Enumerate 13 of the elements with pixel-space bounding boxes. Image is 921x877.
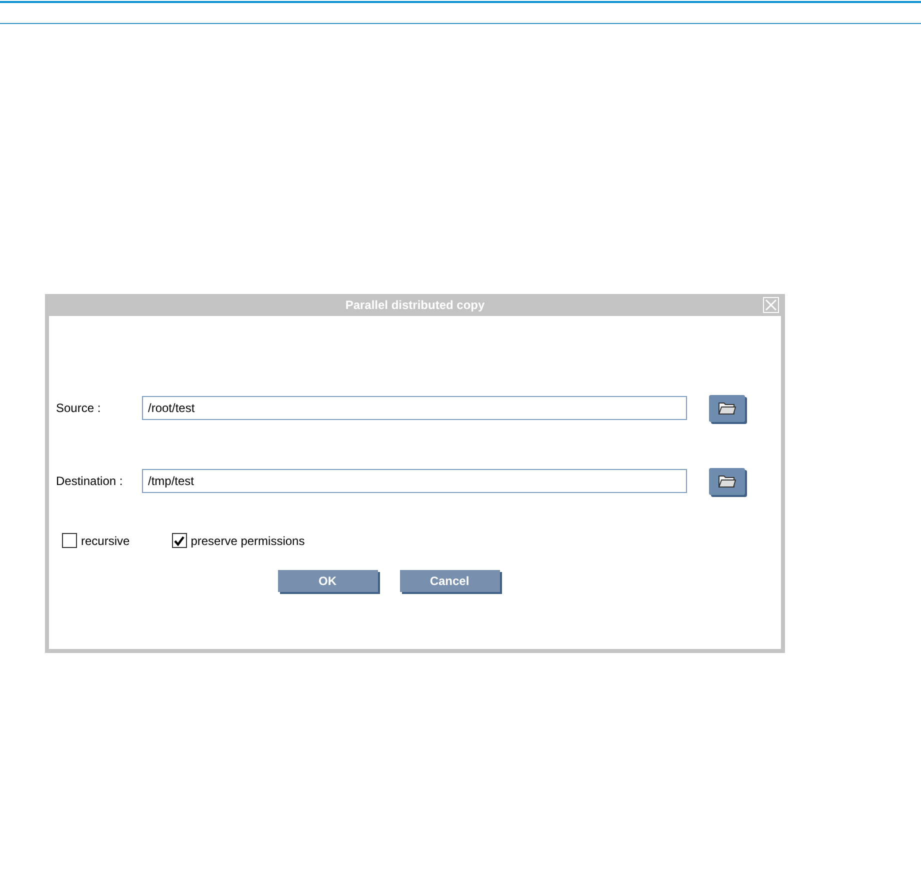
checkbox-label: recursive bbox=[81, 534, 130, 548]
checkbox-label: preserve permissions bbox=[190, 534, 305, 548]
window-title: Parallel distributed copy bbox=[345, 298, 485, 312]
browse-button[interactable] bbox=[709, 468, 745, 494]
path-field[interactable]: /tmp/test bbox=[142, 469, 687, 493]
browse-button[interactable] bbox=[709, 394, 745, 422]
path-field[interactable]: /root/test bbox=[142, 396, 687, 420]
folder-icon bbox=[718, 474, 736, 488]
field-label: Destination : bbox=[56, 474, 124, 488]
checkbox[interactable] bbox=[172, 533, 187, 548]
folder-icon bbox=[718, 401, 736, 415]
checkbox[interactable] bbox=[62, 533, 77, 548]
field-label: Source : bbox=[56, 401, 102, 415]
